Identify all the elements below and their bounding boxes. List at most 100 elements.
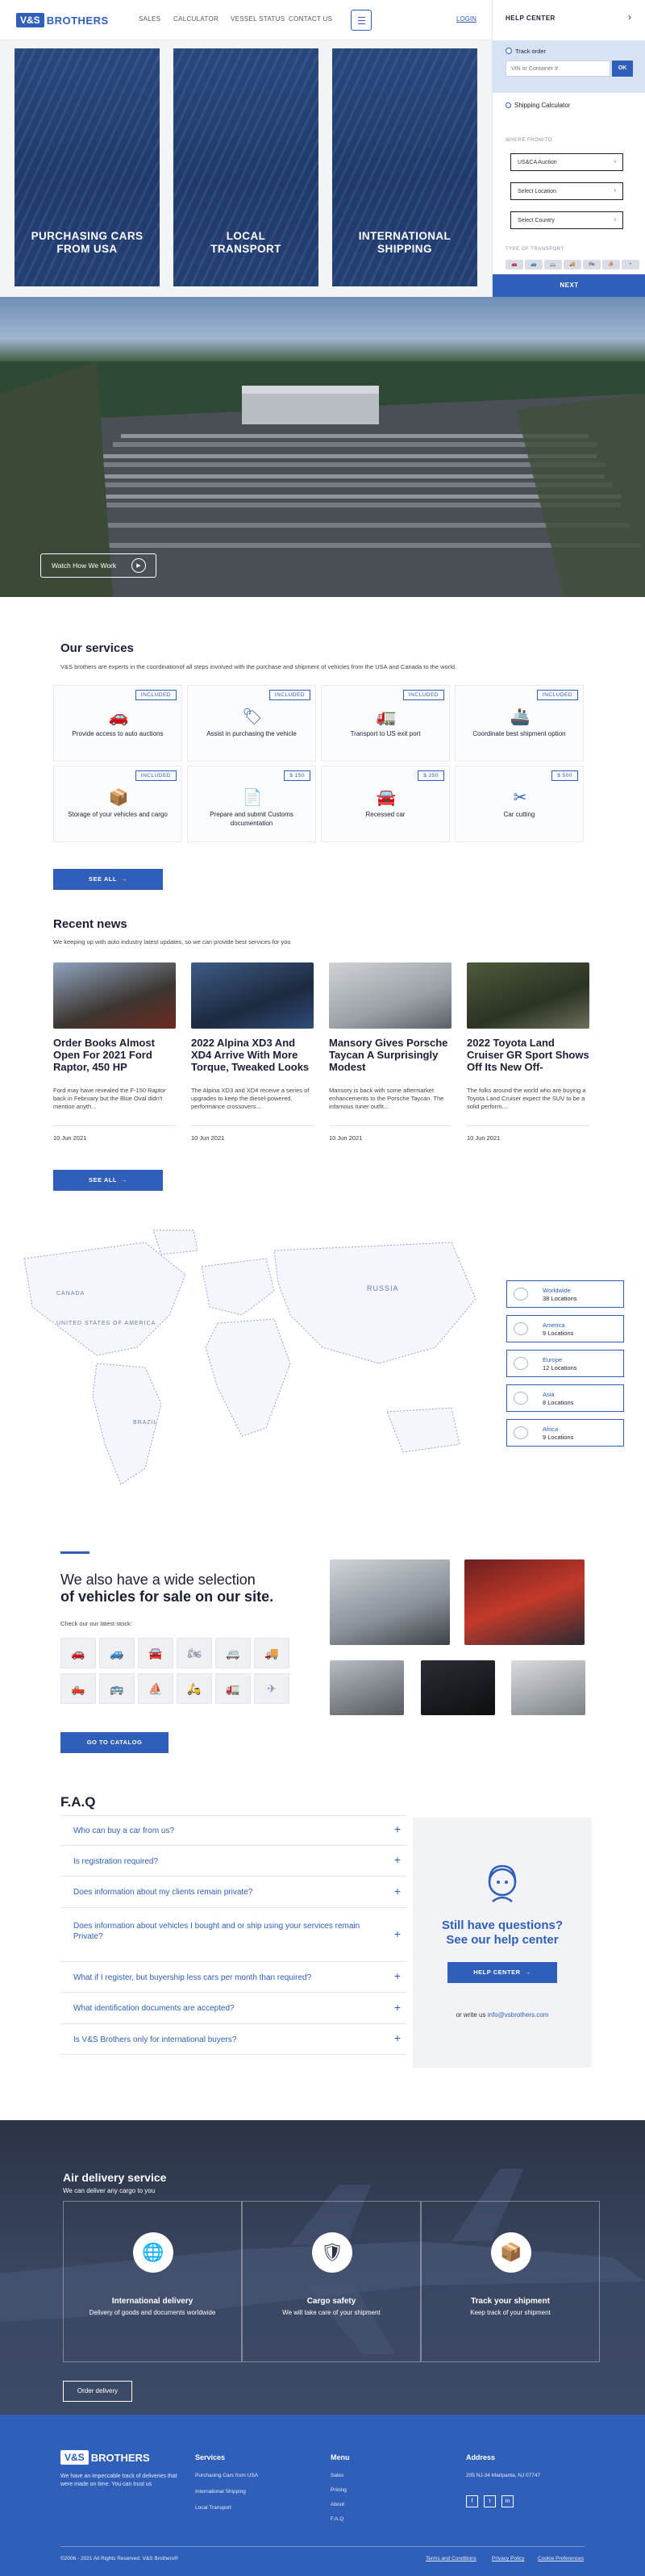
news-image[interactable] [467, 962, 589, 1029]
privacy-link[interactable]: Privacy Policy [492, 2556, 524, 2561]
instagram-icon[interactable]: in [501, 2495, 514, 2507]
terms-link[interactable]: Terms and Conditions [426, 2556, 476, 2561]
select-auction[interactable]: US&CA Auction › [510, 153, 623, 171]
select-country[interactable]: Select Country › [510, 211, 623, 229]
category-suv-icon[interactable]: 🚙 [99, 1638, 135, 1668]
news-image[interactable] [53, 962, 176, 1029]
track-order-radio[interactable] [506, 48, 512, 54]
region-worldwide[interactable]: Worldwide 38 Locations [506, 1280, 624, 1308]
region-america[interactable]: America 9 Locations [506, 1315, 624, 1342]
footer-logo[interactable]: V&S BROTHERS [60, 2450, 150, 2465]
service-card[interactable]: INCLUDED 🏷 Assist in purchasing the vehicl… [187, 685, 316, 762]
faq-question[interactable]: Is registration required? [73, 1856, 364, 1867]
faq-question[interactable]: Who can buy a car from us? [73, 1826, 364, 1836]
logo[interactable]: V&S BROTHERS [16, 13, 109, 27]
footer-service-link[interactable]: International Shipping [195, 2489, 246, 2495]
transport-bike-icon[interactable]: 🏍 [583, 260, 601, 269]
service-card[interactable]: INCLUDED 🚗 Provide access to auto auctions [53, 685, 182, 762]
vehicle-image-red-car[interactable] [464, 1559, 585, 1645]
track-ok-button[interactable]: OK [612, 61, 633, 77]
category-truck-icon[interactable]: 🚚 [254, 1638, 289, 1668]
chevron-right-icon[interactable]: › [628, 11, 631, 23]
select-location[interactable]: Select Location › [510, 182, 623, 200]
footer-menu-link[interactable]: Sales [331, 2473, 343, 2478]
news-card[interactable]: Mansory Gives Porsche Taycan A Surprisin… [329, 962, 452, 1142]
faq-item[interactable]: Is V&S Brothers only for international b… [60, 2024, 407, 2055]
faq-question[interactable]: What if I register, but buyership less c… [73, 1973, 364, 1983]
transport-truck-icon[interactable]: 🚚 [564, 260, 581, 269]
faq-item[interactable]: What identification documents are accept… [60, 1993, 407, 2024]
footer-menu-link[interactable]: Pricing [331, 2487, 347, 2493]
transport-boat-icon[interactable]: ⛵ [602, 260, 620, 269]
plus-icon[interactable]: + [394, 2001, 401, 2014]
faq-item[interactable]: Is registration required? + [60, 1846, 407, 1877]
category-trailer-icon[interactable]: 🚛 [215, 1673, 251, 1704]
news-title[interactable]: 2022 Alpina XD3 And XD4 Arrive With More… [191, 1037, 314, 1085]
faq-item[interactable]: What if I register, but buyership less c… [60, 1962, 407, 1993]
faq-question[interactable]: Does information about vehicles I bought… [73, 1921, 364, 1942]
news-card[interactable]: Order Books Almost Open For 2021 Ford Ra… [53, 962, 176, 1142]
faq-question[interactable]: What identification documents are accept… [73, 2003, 364, 2014]
card-international-shipping[interactable]: INTERNATIONAL SHIPPING [332, 48, 477, 286]
plus-icon[interactable]: + [394, 1969, 401, 1982]
category-motorcycle-icon[interactable]: 🏍 [177, 1638, 212, 1668]
region-africa[interactable]: Africa 9 Locations [506, 1419, 624, 1447]
faq-item[interactable]: Does information about vehicles I bought… [60, 1908, 407, 1962]
nav-vessel-status[interactable]: VESSEL STATUS [231, 15, 285, 23]
help-center-button[interactable]: HELP CENTER → [447, 1962, 557, 1983]
category-bus-icon[interactable]: 🚌 [99, 1673, 135, 1704]
faq-question[interactable]: Does information about my clients remain… [73, 1887, 364, 1898]
footer-menu-link[interactable]: About [331, 2502, 344, 2507]
twitter-icon[interactable]: t [484, 2495, 496, 2507]
menu-icon[interactable] [351, 10, 372, 31]
vehicle-image-black-car[interactable] [421, 1660, 495, 1715]
category-hatchback-icon[interactable]: 🚘 [138, 1638, 173, 1668]
faq-question[interactable]: Is V&S Brothers only for international b… [73, 2035, 364, 2045]
transport-van-icon[interactable]: 🚐 [544, 260, 562, 269]
category-boat-icon[interactable]: ⛵ [138, 1673, 173, 1704]
news-image[interactable] [191, 962, 314, 1029]
card-local-transport[interactable]: LOCAL TRANSPORT [173, 48, 318, 286]
category-atv-icon[interactable]: 🛵 [177, 1673, 212, 1704]
category-sedan-icon[interactable]: 🚗 [60, 1638, 96, 1668]
category-pickup-icon[interactable]: 🛻 [60, 1673, 96, 1704]
card-purchasing[interactable]: PURCHASING CARS FROM USA [15, 48, 160, 286]
cookie-link[interactable]: Cookie Preferences [538, 2556, 584, 2561]
plus-icon[interactable]: + [394, 1853, 401, 1866]
services-see-all-button[interactable]: SEE ALL → [53, 869, 163, 890]
nav-calculator[interactable]: CALCULATOR [173, 15, 218, 23]
next-button[interactable]: NEXT [493, 274, 645, 297]
news-card[interactable]: 2022 Toyota Land Cruiser GR Sport Shows … [467, 962, 589, 1142]
nav-sales[interactable]: SALES [139, 15, 160, 23]
service-card[interactable]: INCLUDED 📦 Storage of your vehicles and ca… [53, 766, 182, 842]
vehicle-image-mercedes[interactable] [511, 1660, 585, 1715]
track-input[interactable] [506, 61, 610, 77]
plus-icon[interactable]: + [394, 2031, 401, 2044]
plus-icon[interactable]: + [394, 1885, 401, 1898]
vehicle-image-sedan[interactable] [330, 1660, 404, 1715]
help-email-link[interactable]: info@vsbrothers.com [488, 2011, 549, 2019]
transport-car-icon[interactable]: 🚗 [506, 260, 523, 269]
news-see-all-button[interactable]: SEE ALL → [53, 1170, 163, 1191]
footer-service-link[interactable]: Local Transport [195, 2505, 231, 2511]
vehicle-image-audi[interactable] [330, 1559, 450, 1645]
category-van-icon[interactable]: 🚐 [215, 1638, 251, 1668]
plus-icon[interactable]: + [394, 1822, 401, 1835]
news-title[interactable]: Order Books Almost Open For 2021 Ford Ra… [53, 1037, 176, 1085]
news-title[interactable]: Mansory Gives Porsche Taycan A Surprisin… [329, 1037, 452, 1085]
shipping-calculator-option[interactable]: Shipping Calculator [506, 102, 570, 109]
region-europe[interactable]: Europe 12 Locations [506, 1350, 624, 1377]
service-card[interactable]: $ 250 🚘 Recessed car [321, 766, 450, 842]
footer-service-link[interactable]: Purchasing Cars from USA [195, 2473, 258, 2478]
service-card[interactable]: INCLUDED 🚢 Coordinate best shipment option [455, 685, 584, 762]
category-other-icon[interactable]: ✈ [254, 1673, 289, 1704]
news-image[interactable] [329, 962, 452, 1029]
footer-menu-link[interactable]: F.A.Q [331, 2516, 343, 2522]
faq-item[interactable]: Who can buy a car from us? + [60, 1815, 407, 1846]
watch-video-button[interactable]: Watch How We Work ▶ [40, 553, 156, 578]
news-card[interactable]: 2022 Alpina XD3 And XD4 Arrive With More… [191, 962, 314, 1142]
service-card[interactable]: $ 150 📄 Prepare and submit Customs documen… [187, 766, 316, 842]
login-link[interactable]: LOGIN [456, 15, 476, 23]
service-card[interactable]: $ 500 ✂ Car cutting [455, 766, 584, 842]
plus-icon[interactable]: + [394, 1927, 401, 1940]
